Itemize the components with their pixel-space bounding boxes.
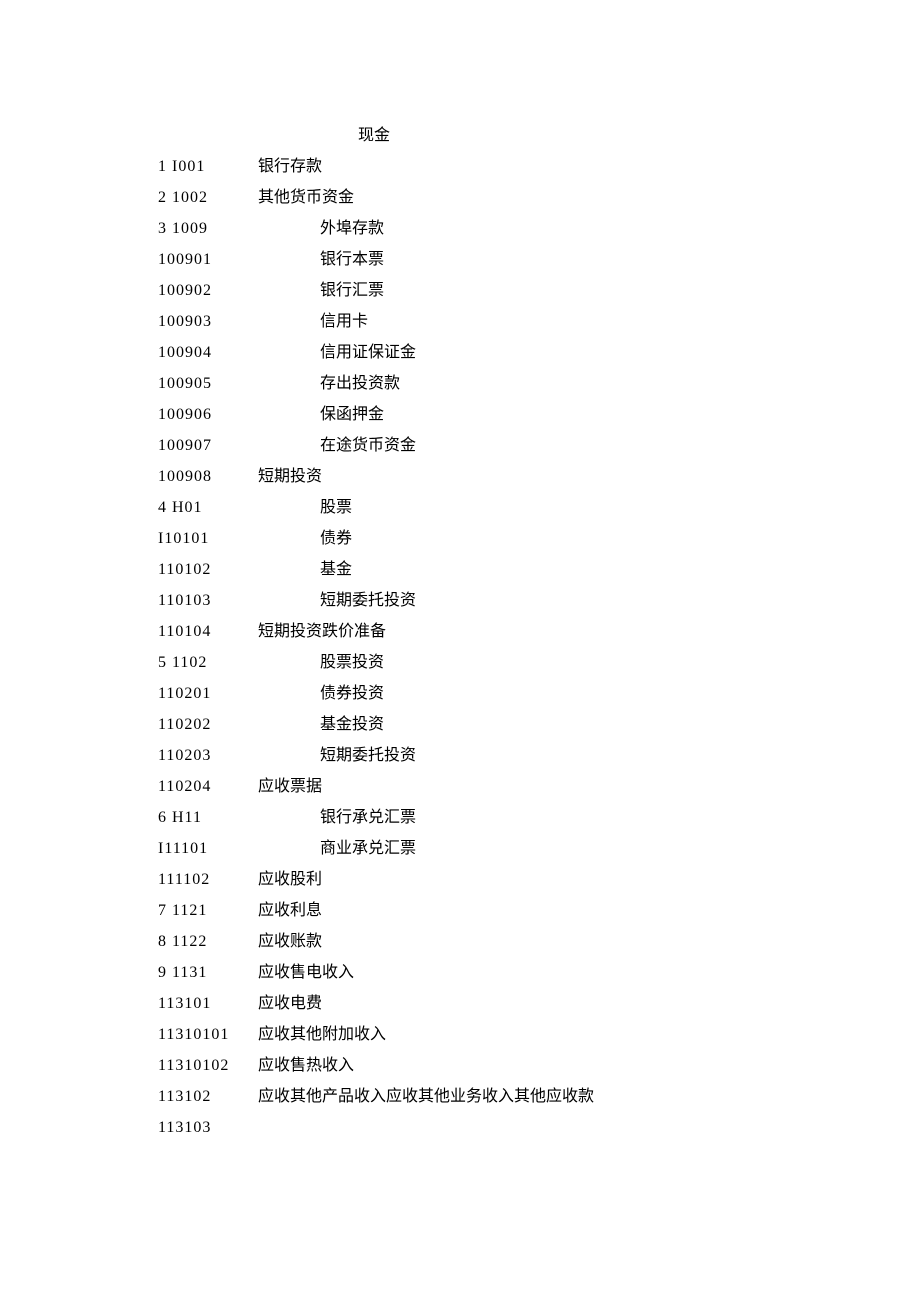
row-code: 9 1131: [158, 957, 258, 988]
row-code: 110202: [158, 709, 258, 740]
row-label: 银行汇票: [258, 275, 384, 306]
row-code: 100904: [158, 337, 258, 368]
row-code: I10101: [158, 523, 258, 554]
row-label: 股票: [258, 492, 352, 523]
row-label: 基金投资: [258, 709, 384, 740]
table-row: 110204应收票据: [158, 771, 858, 802]
row-code: 6 H11: [158, 802, 258, 833]
row-label: 应收账款: [258, 926, 322, 957]
row-code: 100907: [158, 430, 258, 461]
row-code: 11310101: [158, 1019, 258, 1050]
table-row: 6 H11银行承兑汇票: [158, 802, 858, 833]
row-code: 100902: [158, 275, 258, 306]
table-row: 4 H01股票: [158, 492, 858, 523]
row-code: 110103: [158, 585, 258, 616]
table-row: I11101商业承兑汇票: [158, 833, 858, 864]
table-row: 11310102应收售热收入: [158, 1050, 858, 1081]
row-label: 银行存款: [258, 151, 322, 182]
row-label: 应收股利: [258, 864, 322, 895]
row-label: 现金: [258, 120, 390, 151]
row-code: 110201: [158, 678, 258, 709]
table-row: 110102基金: [158, 554, 858, 585]
row-label: 信用证保证金: [258, 337, 416, 368]
row-code: 2 1002: [158, 182, 258, 213]
row-code: 4 H01: [158, 492, 258, 523]
row-label: 应收售电收入: [258, 957, 354, 988]
row-label: 银行本票: [258, 244, 384, 275]
table-row: 110103短期委托投资: [158, 585, 858, 616]
table-row: 111102应收股利: [158, 864, 858, 895]
row-code: 110203: [158, 740, 258, 771]
row-code: 8 1122: [158, 926, 258, 957]
row-label: 应收票据: [258, 771, 322, 802]
row-code: 100901: [158, 244, 258, 275]
row-code: 113102: [158, 1081, 258, 1112]
table-row: I10101债券: [158, 523, 858, 554]
row-code: 1 I001: [158, 151, 258, 182]
row-label: 债券: [258, 523, 352, 554]
table-row: 1 I001银行存款: [158, 151, 858, 182]
row-label: 短期委托投资: [258, 740, 416, 771]
row-label: 在途货币资金: [258, 430, 416, 461]
document-content: 现金1 I001银行存款2 1002其他货币资金3 1009外埠存款100901…: [158, 120, 858, 1143]
table-row: 100907在途货币资金: [158, 430, 858, 461]
row-label: 应收利息: [258, 895, 322, 926]
table-row: 2 1002其他货币资金: [158, 182, 858, 213]
row-label: 应收售热收入: [258, 1050, 354, 1081]
table-row: 100908短期投资: [158, 461, 858, 492]
row-label: 信用卡: [258, 306, 368, 337]
row-label: 股票投资: [258, 647, 384, 678]
table-row: 113103: [158, 1112, 858, 1143]
table-row: 8 1122应收账款: [158, 926, 858, 957]
table-row: 100903信用卡: [158, 306, 858, 337]
row-code: 113101: [158, 988, 258, 1019]
row-label: 保函押金: [258, 399, 384, 430]
table-row: 100904信用证保证金: [158, 337, 858, 368]
row-label: 存出投资款: [258, 368, 400, 399]
row-label: 银行承兑汇票: [258, 802, 416, 833]
table-row: 113101应收电费: [158, 988, 858, 1019]
row-label: 短期投资: [258, 461, 322, 492]
row-label: 应收其他产品收入应收其他业务收入其他应收款: [258, 1081, 594, 1112]
row-label: 短期委托投资: [258, 585, 416, 616]
row-label: 应收其他附加收入: [258, 1019, 386, 1050]
row-label: 外埠存款: [258, 213, 384, 244]
table-row: 110203短期委托投资: [158, 740, 858, 771]
row-label: 商业承兑汇票: [258, 833, 416, 864]
table-row: 110104短期投资跌价准备: [158, 616, 858, 647]
row-label: 基金: [258, 554, 352, 585]
row-code: 100908: [158, 461, 258, 492]
table-row: 110202基金投资: [158, 709, 858, 740]
table-row: 3 1009外埠存款: [158, 213, 858, 244]
row-code: 110204: [158, 771, 258, 802]
table-row: 7 1121应收利息: [158, 895, 858, 926]
row-code: 100903: [158, 306, 258, 337]
table-row: 100901银行本票: [158, 244, 858, 275]
row-code: I11101: [158, 833, 258, 864]
row-label: 其他货币资金: [258, 182, 354, 213]
row-code: 100905: [158, 368, 258, 399]
table-row: 9 1131应收售电收入: [158, 957, 858, 988]
row-code: 113103: [158, 1112, 258, 1143]
row-label: 债券投资: [258, 678, 384, 709]
row-code: 110102: [158, 554, 258, 585]
row-code: 11310102: [158, 1050, 258, 1081]
row-label: 应收电费: [258, 988, 322, 1019]
table-row: 113102应收其他产品收入应收其他业务收入其他应收款: [158, 1081, 858, 1112]
table-row: 100906保函押金: [158, 399, 858, 430]
table-row: 11310101应收其他附加收入: [158, 1019, 858, 1050]
row-code: 5 1102: [158, 647, 258, 678]
table-row: 100905存出投资款: [158, 368, 858, 399]
table-row: 5 1102股票投资: [158, 647, 858, 678]
table-row: 110201债券投资: [158, 678, 858, 709]
row-code: 7 1121: [158, 895, 258, 926]
row-code: 100906: [158, 399, 258, 430]
table-row: 100902银行汇票: [158, 275, 858, 306]
row-label: 短期投资跌价准备: [258, 616, 386, 647]
table-row: 现金: [158, 120, 858, 151]
row-code: 3 1009: [158, 213, 258, 244]
row-code: 111102: [158, 864, 258, 895]
row-code: 110104: [158, 616, 258, 647]
